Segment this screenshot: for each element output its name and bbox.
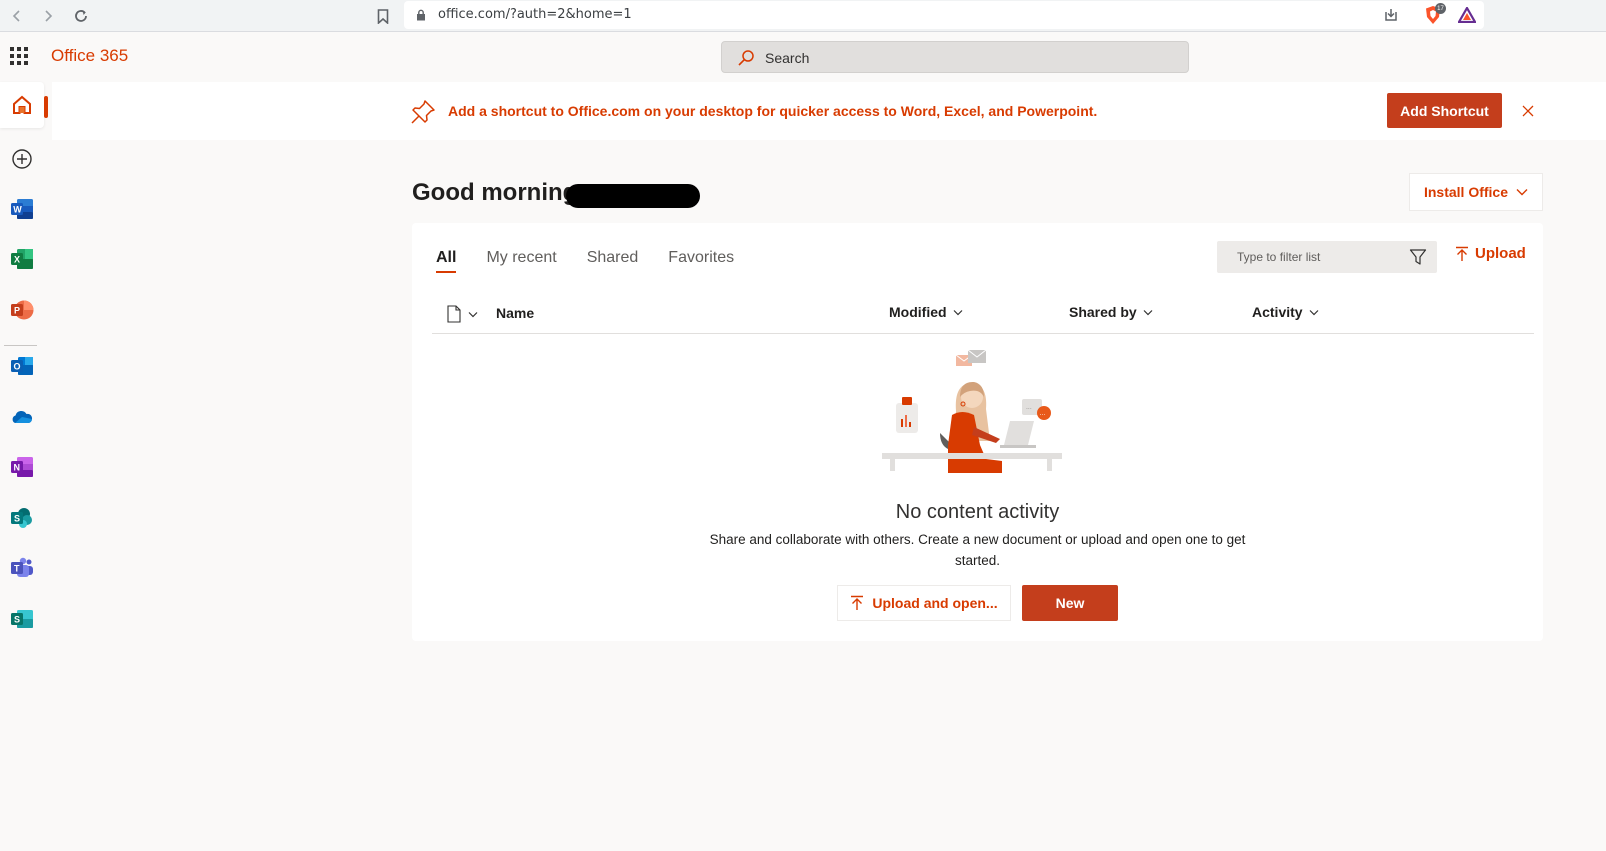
app-header: Office 365 Search (0, 32, 1606, 82)
filter-tabs: All My recent Shared Favorites (436, 249, 764, 273)
svg-text:O: O (14, 362, 21, 372)
word-icon: W (11, 199, 33, 219)
back-icon[interactable] (6, 5, 28, 27)
filter-input[interactable]: Type to filter list (1217, 241, 1437, 273)
chevron-down-icon (1143, 309, 1153, 315)
bookmark-icon[interactable] (372, 5, 394, 27)
left-app-rail: W X P O N S T S (0, 82, 52, 851)
activity-column-label: Activity (1252, 304, 1303, 320)
chevron-down-icon (1516, 189, 1528, 196)
rail-sway[interactable]: S (0, 596, 44, 642)
name-column-header[interactable]: Name (496, 305, 534, 321)
rail-powerpoint[interactable]: P (0, 287, 44, 333)
app-title[interactable]: Office 365 (51, 46, 128, 66)
file-type-column-header[interactable] (446, 305, 478, 323)
sway-icon: S (11, 610, 33, 628)
empty-state-illustration: ... ... (882, 349, 1062, 473)
shared-by-column-header[interactable]: Shared by (1069, 304, 1153, 320)
filter-placeholder: Type to filter list (1237, 250, 1321, 264)
browser-toolbar: office.com/?auth=2&home=1 17 (0, 0, 1606, 32)
search-input[interactable]: Search (721, 41, 1189, 73)
shortcut-banner: Add a shortcut to Office.com on your des… (52, 82, 1606, 140)
upload-and-open-button[interactable]: Upload and open... (837, 585, 1011, 621)
rail-word[interactable]: W (0, 186, 44, 232)
documents-card: All My recent Shared Favorites Type to f… (412, 223, 1543, 641)
home-icon (13, 95, 31, 114)
chevron-down-icon (953, 309, 962, 315)
banner-message: Add a shortcut to Office.com on your des… (448, 103, 1098, 119)
svg-text:W: W (13, 205, 22, 215)
svg-text:N: N (14, 463, 21, 473)
tab-my-recent[interactable]: My recent (486, 249, 556, 273)
lock-icon (417, 9, 425, 21)
svg-text:S: S (14, 514, 20, 524)
rail-excel[interactable]: X (0, 236, 44, 282)
search-icon (738, 50, 754, 66)
search-placeholder: Search (765, 50, 810, 66)
shield-count-badge: 17 (1435, 3, 1446, 14)
header-divider (432, 333, 1534, 334)
chevron-down-icon (1309, 309, 1319, 315)
name-column-label: Name (496, 305, 535, 321)
modified-column-header[interactable]: Modified (889, 304, 963, 320)
onedrive-icon (12, 411, 33, 423)
tab-favorites[interactable]: Favorites (668, 249, 734, 273)
brave-rewards-icon[interactable] (1457, 5, 1477, 25)
sharepoint-icon: S (11, 508, 32, 528)
rail-active-indicator (44, 96, 48, 118)
modified-column-label: Modified (889, 304, 947, 320)
address-bar[interactable]: office.com/?auth=2&home=1 (404, 1, 1484, 29)
rail-onenote[interactable]: N (0, 444, 44, 490)
excel-icon: X (11, 249, 33, 269)
shared-by-column-label: Shared by (1069, 304, 1137, 320)
rail-outlook[interactable]: O (0, 343, 44, 389)
plus-circle-icon (12, 149, 32, 169)
url-text: office.com/?auth=2&home=1 (438, 7, 632, 22)
svg-text:P: P (14, 306, 20, 316)
new-document-button[interactable]: New (1022, 585, 1118, 621)
empty-state-title: No content activity (895, 501, 1060, 523)
close-icon[interactable] (1518, 101, 1538, 121)
reload-icon[interactable] (70, 5, 92, 27)
rail-sharepoint[interactable]: S (0, 495, 44, 541)
forward-icon[interactable] (37, 5, 59, 27)
upload-arrow-icon (851, 595, 864, 610)
chevron-down-icon (468, 311, 478, 317)
rail-home[interactable] (0, 82, 44, 128)
teams-icon: T (11, 557, 33, 577)
filter-icon[interactable] (1409, 248, 1427, 266)
upload-arrow-icon (1456, 246, 1468, 261)
pin-icon (411, 100, 435, 124)
rail-onedrive[interactable] (0, 394, 44, 440)
app-launcher-icon[interactable] (10, 47, 28, 65)
install-office-label: Install Office (1423, 184, 1509, 200)
svg-text:...: ... (1040, 410, 1046, 417)
empty-state-description: Share and collaborate with others. Creat… (709, 532, 1246, 568)
greeting-heading: Good morning (412, 179, 578, 206)
add-shortcut-button[interactable]: Add Shortcut (1387, 93, 1502, 128)
rail-teams[interactable]: T (0, 545, 44, 591)
activity-column-header[interactable]: Activity (1252, 304, 1319, 320)
rail-create[interactable] (0, 136, 44, 182)
install-office-button[interactable]: Install Office (1409, 173, 1543, 211)
upload-button[interactable]: Upload (1455, 245, 1526, 262)
redacted-username (566, 184, 700, 208)
document-icon (447, 305, 461, 323)
tab-all[interactable]: All (436, 249, 457, 273)
upload-and-open-label: Upload and open... (872, 595, 998, 611)
svg-text:S: S (14, 615, 20, 625)
powerpoint-icon: P (11, 300, 34, 320)
download-icon[interactable] (1381, 5, 1401, 25)
tab-shared[interactable]: Shared (587, 249, 639, 273)
svg-text:...: ... (1026, 404, 1032, 411)
svg-text:T: T (14, 564, 20, 574)
onenote-icon: N (11, 457, 33, 477)
upload-label: Upload (1475, 245, 1526, 262)
brave-shield-icon[interactable]: 17 (1423, 3, 1446, 25)
outlook-icon: O (11, 357, 33, 375)
svg-text:X: X (14, 255, 20, 265)
